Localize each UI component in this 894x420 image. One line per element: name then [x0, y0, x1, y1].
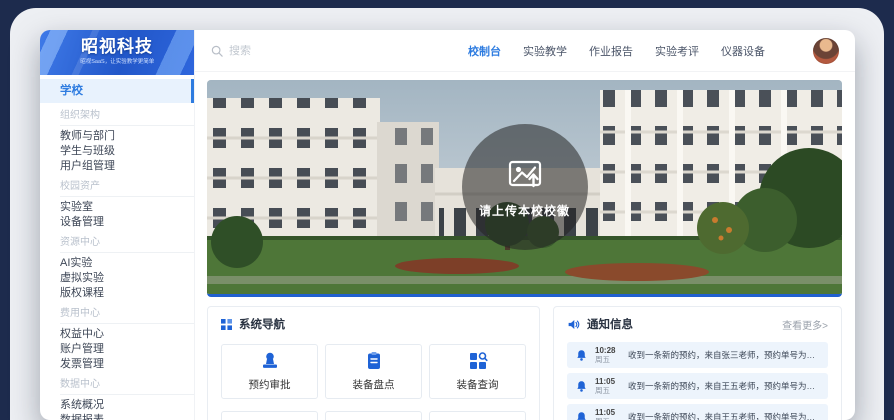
notice-time: 10:28 周五: [595, 346, 621, 365]
notice-text: 收到一条新的预约，来自张三老师，预约单号为：Y-0044，请尽快处理。: [628, 349, 820, 361]
divider: [60, 323, 194, 324]
card-label: 装备查询: [457, 377, 499, 392]
notice-text: 收到一条新的预约，来自王五老师，预约单号为：Y-0056，请尽快处理。: [628, 380, 820, 392]
topbar: 校制台 实验教学 作业报告 实验考评 仪器设备: [195, 30, 855, 72]
tab-experiment-teaching[interactable]: 实验教学: [523, 43, 567, 59]
system-nav-panel: 系统导航 预约审批: [207, 306, 540, 420]
notice-row[interactable]: 11:05 周五 收到一条新的预约，来自王五老师，预约单号为：Y-0056，请尽…: [567, 404, 828, 420]
section-header: 费用中心: [40, 307, 194, 320]
sidebar-item-benefits[interactable]: 权益中心: [40, 327, 194, 342]
app-window: 昭视科技 昭视SaaS，让实验教学更简单 学校 组织架构 教师与部门 学生与班级…: [40, 30, 855, 420]
panel-title: 通知信息: [587, 316, 633, 332]
notice-list: 10:28 周五 收到一条新的预约，来自张三老师，预约单号为：Y-0044，请尽…: [567, 342, 828, 420]
sidebar-item-teachers[interactable]: 教师与部门: [40, 129, 194, 144]
upload-logo-button[interactable]: 请上传本校校徽: [462, 124, 588, 250]
sidebar-section-assets: 校园资产 实验室 设备管理: [40, 180, 194, 230]
user-avatar[interactable]: [813, 38, 839, 64]
speaker-icon: [567, 318, 580, 331]
notice-text: 收到一条新的预约，来自王五老师，预约单号为：Y-0056，请尽快处理。: [628, 411, 820, 420]
view-more-link[interactable]: 查看更多>: [782, 317, 828, 332]
sidebar-section-data: 数据中心 系统概况 数据报表: [40, 378, 194, 420]
divider: [60, 196, 194, 197]
main-area: 校制台 实验教学 作业报告 实验考评 仪器设备: [195, 30, 855, 420]
search-box[interactable]: [211, 45, 349, 57]
sidebar-item-school[interactable]: 学校: [40, 79, 194, 103]
bottom-panels: 系统导航 预约审批: [207, 306, 842, 420]
clipboard-icon: [364, 351, 384, 371]
sidebar-item-ai-lab[interactable]: AI实验: [40, 256, 194, 271]
upload-image-icon: [506, 155, 544, 193]
search-icon: [211, 45, 223, 57]
sidebar-item-account[interactable]: 账户管理: [40, 342, 194, 357]
tab-instruments[interactable]: 仪器设备: [721, 43, 765, 59]
card-approval[interactable]: 预约审批: [221, 344, 318, 399]
sidebar-item-labs[interactable]: 实验室: [40, 200, 194, 215]
notice-time: 11:05 周五: [595, 408, 621, 420]
notice-panel: 通知信息 查看更多> 10:28 周五: [553, 306, 842, 420]
sidebar-item-reports[interactable]: 数据报表: [40, 413, 194, 420]
sidebar-section-org: 组织架构 教师与部门 学生与班级 用户组管理: [40, 109, 194, 174]
sidebar-item-invoices[interactable]: 发票管理: [40, 357, 194, 372]
logo-title: 昭视科技: [81, 38, 153, 55]
sidebar-menu: 学校 组织架构 教师与部门 学生与班级 用户组管理 校园资产 实验室 设备管理 …: [40, 75, 194, 420]
sidebar-item-virtual-lab[interactable]: 虚拟实验: [40, 271, 194, 286]
stamp-icon: [260, 351, 280, 371]
grid-search-icon: [468, 351, 488, 371]
section-header: 资源中心: [40, 236, 194, 249]
notice-row[interactable]: 10:28 周五 收到一条新的预约，来自张三老师，预约单号为：Y-0044，请尽…: [567, 342, 828, 368]
card-row2-1[interactable]: [221, 411, 318, 420]
section-header: 组织架构: [40, 109, 194, 122]
nav-cards: 预约审批 装备盘点: [221, 344, 526, 420]
notice-row[interactable]: 11:05 周五 收到一条新的预约，来自王五老师，预约单号为：Y-0056，请尽…: [567, 373, 828, 399]
sidebar-item-students[interactable]: 学生与班级: [40, 144, 194, 159]
divider: [60, 125, 194, 126]
bell-icon: [575, 349, 588, 362]
sidebar-item-usergroups[interactable]: 用户组管理: [40, 159, 194, 174]
content: 请上传本校校徽 系统导航: [195, 72, 855, 420]
notice-header: 通知信息 查看更多>: [567, 316, 828, 332]
bell-icon: [575, 411, 588, 420]
section-header: 校园资产: [40, 180, 194, 193]
tab-console[interactable]: 校制台: [468, 43, 501, 59]
card-row2-3[interactable]: [429, 411, 526, 420]
bell-icon: [575, 380, 588, 393]
sidebar-section-resources: 资源中心 AI实验 虚拟实验 版权课程: [40, 236, 194, 301]
search-input[interactable]: [229, 45, 349, 57]
sidebar-item-devices[interactable]: 设备管理: [40, 215, 194, 230]
sidebar-item-overview[interactable]: 系统概况: [40, 398, 194, 413]
section-header: 数据中心: [40, 378, 194, 391]
sidebar-section-billing: 费用中心 权益中心 账户管理 发票管理: [40, 307, 194, 372]
card-row2-2[interactable]: [325, 411, 422, 420]
card-inventory[interactable]: 装备盘点: [325, 344, 422, 399]
card-query[interactable]: 装备查询: [429, 344, 526, 399]
upload-hint-text: 请上传本校校徽: [479, 202, 570, 219]
logo-banner[interactable]: 昭视科技 昭视SaaS，让实验教学更简单: [40, 30, 194, 75]
system-nav-header: 系统导航: [221, 316, 526, 332]
grid-icon: [221, 319, 232, 330]
tab-homework-report[interactable]: 作业报告: [589, 43, 633, 59]
hero-banner: 请上传本校校徽: [207, 80, 842, 297]
divider: [60, 252, 194, 253]
panel-title: 系统导航: [239, 316, 285, 332]
notice-time: 11:05 周五: [595, 377, 621, 396]
card-label: 装备盘点: [353, 377, 395, 392]
tab-experiment-assessment[interactable]: 实验考评: [655, 43, 699, 59]
top-nav: 校制台 实验教学 作业报告 实验考评 仪器设备: [468, 38, 839, 64]
card-label: 预约审批: [249, 377, 291, 392]
logo-tagline: 昭视SaaS，让实验教学更简单: [80, 59, 154, 65]
sidebar: 昭视科技 昭视SaaS，让实验教学更简单 学校 组织架构 教师与部门 学生与班级…: [40, 30, 195, 420]
sidebar-item-courses[interactable]: 版权课程: [40, 286, 194, 301]
divider: [60, 394, 194, 395]
